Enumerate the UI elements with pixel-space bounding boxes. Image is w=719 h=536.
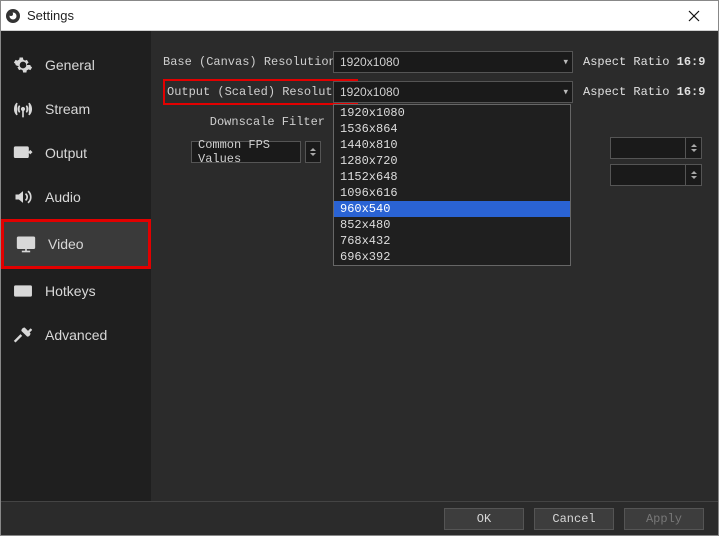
sidebar-item-label: Hotkeys	[45, 283, 96, 299]
row-base-resolution: Base (Canvas) Resolution 1920x1080 ▾ Asp…	[163, 49, 706, 75]
sidebar: General Stream Output Audio Video Hotkey…	[1, 31, 151, 501]
dropdown-option[interactable]: 1280x720	[334, 153, 570, 169]
footer: OK Cancel Apply	[1, 501, 718, 535]
ok-button[interactable]: OK	[444, 508, 524, 530]
window-title: Settings	[27, 8, 74, 23]
sidebar-item-audio[interactable]: Audio	[1, 175, 151, 219]
fps-value-field[interactable]	[610, 164, 702, 186]
apply-button[interactable]: Apply	[624, 508, 704, 530]
label-downscale-filter: Downscale Filter	[163, 115, 333, 129]
sidebar-item-hotkeys[interactable]: Hotkeys	[1, 269, 151, 313]
chevron-down-icon: ▾	[563, 57, 568, 68]
sidebar-item-output[interactable]: Output	[1, 131, 151, 175]
dropdown-option[interactable]: 1536x864	[334, 121, 570, 137]
sidebar-item-advanced[interactable]: Advanced	[1, 313, 151, 357]
app-icon	[5, 8, 21, 24]
dropdown-option[interactable]: 1152x648	[334, 169, 570, 185]
sidebar-item-general[interactable]: General	[1, 43, 151, 87]
sidebar-item-label: Advanced	[45, 327, 107, 343]
combo-fps-type[interactable]: Common FPS Values	[191, 141, 301, 163]
chevron-down-icon: ▾	[563, 87, 568, 98]
cancel-button[interactable]: Cancel	[534, 508, 614, 530]
main-panel: Base (Canvas) Resolution 1920x1080 ▾ Asp…	[151, 31, 718, 501]
speaker-icon	[13, 187, 33, 207]
label-output-resolution: Output (Scaled) Resolution	[163, 85, 333, 99]
tools-icon	[13, 325, 33, 345]
chevron-down-icon	[310, 153, 316, 156]
row-output-resolution: Output (Scaled) Resolution 1920x1080 ▾ 1…	[163, 79, 706, 105]
label-base-resolution: Base (Canvas) Resolution	[163, 55, 333, 69]
sidebar-item-label: Video	[48, 236, 84, 252]
downscale-filter-field[interactable]	[610, 137, 702, 159]
combo-value: Common FPS Values	[198, 138, 294, 166]
titlebar: Settings	[1, 1, 718, 31]
dropdown-option[interactable]: 1440x810	[334, 137, 570, 153]
aspect-ratio-output: Aspect Ratio 16:9	[583, 85, 705, 99]
sidebar-item-stream[interactable]: Stream	[1, 87, 151, 131]
settings-window: Settings General Stream Output Audio	[0, 0, 719, 536]
dropdown-option[interactable]: 852x480	[334, 217, 570, 233]
keyboard-icon	[13, 281, 33, 301]
sidebar-item-label: Audio	[45, 189, 81, 205]
dropdown-option[interactable]: 960x540	[334, 201, 570, 217]
sidebar-item-label: Output	[45, 145, 87, 161]
dropdown-option[interactable]: 768x432	[334, 233, 570, 249]
monitor-icon	[16, 234, 36, 254]
combo-value: 1920x1080	[340, 85, 399, 99]
sidebar-item-label: Stream	[45, 101, 90, 117]
close-button[interactable]	[674, 2, 714, 30]
output-icon	[13, 143, 33, 163]
fps-spinner[interactable]	[305, 141, 321, 163]
sidebar-item-label: General	[45, 57, 95, 73]
combo-output-resolution[interactable]: 1920x1080 ▾	[333, 81, 573, 103]
sidebar-item-video[interactable]: Video	[1, 219, 151, 269]
dropdown-output-resolution[interactable]: 1920x10801536x8641440x8101280x7201152x64…	[333, 104, 571, 266]
dropdown-option[interactable]: 1920x1080	[334, 105, 570, 121]
dropdown-option[interactable]: 1096x616	[334, 185, 570, 201]
gear-icon	[13, 55, 33, 75]
aspect-ratio-base: Aspect Ratio 16:9	[583, 55, 705, 69]
antenna-icon	[13, 99, 33, 119]
content: General Stream Output Audio Video Hotkey…	[1, 31, 718, 501]
chevron-up-icon	[310, 148, 316, 151]
combo-base-resolution[interactable]: 1920x1080 ▾	[333, 51, 573, 73]
combo-value: 1920x1080	[340, 55, 399, 69]
dropdown-option[interactable]: 696x392	[334, 249, 570, 265]
